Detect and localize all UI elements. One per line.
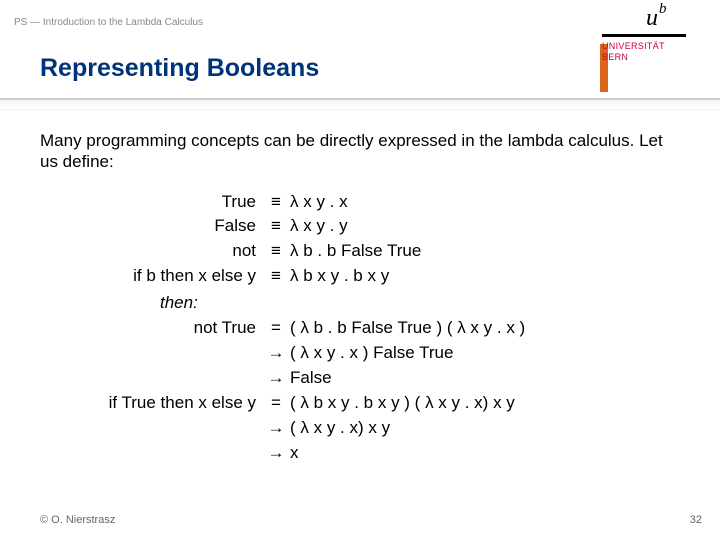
page-number: 32 <box>690 514 702 526</box>
deriv-lhs: if True then x else y <box>40 392 262 415</box>
def-op: ≡ <box>262 191 290 214</box>
deriv-lhs <box>40 342 262 365</box>
deriv-lhs: not True <box>40 317 262 340</box>
deriv-rhs: ( λ b . b False True ) ( λ x y . x ) <box>290 317 680 340</box>
def-lhs: True <box>40 191 262 214</box>
deriv-op: → <box>262 442 290 465</box>
breadcrumb: PS — Introduction to the Lambda Calculus <box>14 17 203 28</box>
deriv-rhs: ( λ x y . x) x y <box>290 417 680 440</box>
header-divider <box>0 98 720 110</box>
deriv-rhs: x <box>290 442 680 465</box>
logo-letter-u: u <box>646 5 658 31</box>
def-rhs: λ b x y . b x y <box>290 265 680 288</box>
def-rhs: λ x y . x <box>290 191 680 214</box>
deriv-rhs: ( λ x y . x ) False True <box>290 342 680 365</box>
deriv-op: = <box>262 317 290 340</box>
def-op: ≡ <box>262 265 290 288</box>
def-lhs: not <box>40 240 262 263</box>
def-op: ≡ <box>262 240 290 263</box>
deriv-lhs <box>40 417 262 440</box>
intro-text: Many programming concepts can be directl… <box>40 130 680 173</box>
def-lhs: if b then x else y <box>40 265 262 288</box>
deriv-rhs: ( λ b x y . b x y ) ( λ x y . x) x y <box>290 392 680 415</box>
page-title: Representing Booleans <box>40 54 319 83</box>
deriv-op: → <box>262 367 290 390</box>
def-rhs: λ x y . y <box>290 215 680 238</box>
university-logo: ub UNIVERSITÄT BERN <box>602 6 702 63</box>
then-label: then: <box>40 290 680 315</box>
deriv-op: → <box>262 342 290 365</box>
logo-line2: BERN <box>602 52 702 63</box>
logo-monogram: ub <box>602 6 702 30</box>
def-rhs: λ b . b False True <box>290 240 680 263</box>
logo-line1: UNIVERSITÄT <box>602 41 702 52</box>
def-op: ≡ <box>262 215 290 238</box>
copyright: © O. Nierstrasz <box>40 514 115 526</box>
deriv-lhs <box>40 442 262 465</box>
deriv-op: → <box>262 417 290 440</box>
logo-letter-b: b <box>659 1 667 17</box>
deriv-lhs <box>40 367 262 390</box>
logo-divider <box>602 34 686 37</box>
deriv-rhs: False <box>290 367 680 390</box>
def-lhs: False <box>40 215 262 238</box>
definitions-table: True ≡ λ x y . x False ≡ λ x y . y not ≡… <box>40 191 680 465</box>
deriv-op: = <box>262 392 290 415</box>
slide-content: Many programming concepts can be directl… <box>40 130 680 465</box>
